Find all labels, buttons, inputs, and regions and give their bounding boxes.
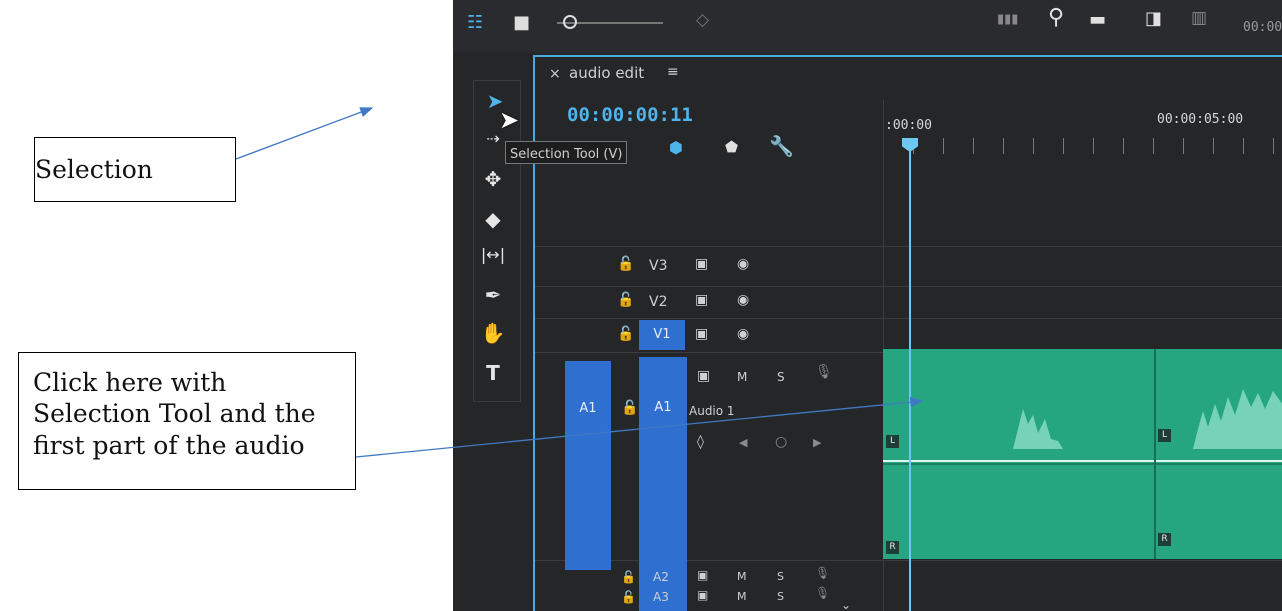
a1-mute-button[interactable]: M [737, 370, 747, 384]
clear-icon[interactable]: ▥ [1191, 8, 1207, 28]
top-toolbar: ☷ ■ ◇ ▮▮▮ ⚲ ▬ ◨ ▥ 00:00 [453, 0, 1282, 52]
a1-lock-icon[interactable]: 🔓 [621, 400, 638, 416]
selection-arrow [235, 107, 374, 160]
a3-solo-button[interactable]: S [777, 590, 784, 603]
a1-add-keyframe-icon[interactable]: ○ [775, 434, 787, 450]
v1-track-target[interactable]: V1 [639, 320, 685, 350]
a3-track-label[interactable]: A3 [653, 590, 669, 604]
icon-view-icon[interactable]: ■ [513, 12, 530, 33]
a1-track-name: Audio 1 [689, 404, 735, 418]
a1-prev-keyframe-icon[interactable]: ◀ [739, 436, 747, 449]
slip-tool-icon[interactable]: |↔| [478, 245, 508, 264]
click-note-text: Click here with Selection Tool and the f… [33, 368, 316, 460]
close-sequence-button[interactable]: × [549, 66, 561, 82]
a2-sync-icon[interactable]: ▣ [697, 568, 708, 582]
selection-callout: Selection [34, 137, 236, 202]
razor-tool-icon[interactable]: ◆ [478, 207, 508, 231]
v2-sync-icon[interactable]: ▣ [695, 292, 708, 308]
a2-solo-button[interactable]: S [777, 570, 784, 583]
v1-sync-icon[interactable]: ▣ [695, 326, 708, 342]
a3-lock-icon[interactable]: 🔓 [621, 590, 636, 604]
mouse-cursor-icon: ➤ [499, 106, 520, 134]
pen-tool-icon[interactable]: ✒ [478, 283, 508, 307]
sequence-menu-icon[interactable]: ≡ [667, 64, 679, 80]
a2-track-label[interactable]: A2 [653, 570, 669, 584]
sequence-tab[interactable]: audio edit [569, 64, 644, 82]
playhead-timecode[interactable]: 00:00:00:11 [567, 104, 693, 126]
left-channel-tag: L [886, 435, 899, 448]
v3-lock-icon[interactable]: 🔓 [617, 256, 634, 272]
add-marker-icon[interactable]: ⬟ [725, 138, 738, 156]
hand-tool-icon[interactable]: ✋ [478, 321, 508, 345]
search-icon[interactable]: ⚲ [1048, 5, 1064, 30]
premiere-screen: ☷ ■ ◇ ▮▮▮ ⚲ ▬ ◨ ▥ 00:00 ➤ ⇢ ✥ ◆ |↔| ✒ ✋ … [453, 0, 1282, 611]
timeline-settings-icon[interactable]: 🔧 [769, 134, 794, 158]
a2-lock-icon[interactable]: 🔓 [621, 570, 636, 584]
a1-keyframe-icon[interactable]: ◊ [697, 434, 704, 450]
linked-selection-icon[interactable]: ⬢ [669, 138, 683, 157]
freeform-view-icon[interactable]: ◇ [696, 10, 709, 30]
a2-mute-button[interactable]: M [737, 570, 747, 583]
right-channel-tag-2: R [1158, 533, 1171, 546]
new-item-icon[interactable]: ◨ [1145, 8, 1162, 29]
v2-eye-icon[interactable]: ◉ [737, 292, 749, 308]
a1-source-patch[interactable]: A1 [565, 361, 611, 570]
automate-icon[interactable]: ▮▮▮ [997, 12, 1018, 27]
list-view-icon[interactable]: ☷ [467, 12, 483, 33]
v1-eye-icon[interactable]: ◉ [737, 326, 749, 342]
zoom-slider-knob[interactable] [563, 15, 577, 29]
v3-track-label[interactable]: V3 [649, 258, 667, 274]
time-ruler[interactable] [883, 138, 1282, 154]
new-bin-icon[interactable]: ▬ [1089, 9, 1106, 30]
type-tool-icon[interactable]: T [478, 361, 508, 385]
a3-mute-button[interactable]: M [737, 590, 747, 603]
selection-callout-text: Selection [35, 155, 153, 184]
a1-next-keyframe-icon[interactable]: ▶ [813, 436, 821, 449]
audio-waveform [883, 349, 1282, 559]
scroll-down-icon[interactable]: ⌄ [841, 598, 851, 611]
ripple-edit-tool-icon[interactable]: ✥ [478, 167, 508, 191]
v2-lock-icon[interactable]: 🔓 [617, 292, 634, 308]
a2-voiceover-icon[interactable]: 🎙 [815, 566, 830, 580]
a3-voiceover-icon[interactable]: 🎙 [815, 586, 830, 600]
a1-sync-icon[interactable]: ▣ [697, 368, 710, 384]
playhead-line[interactable] [909, 150, 911, 611]
right-channel-tag: R [886, 541, 899, 554]
a1-voiceover-icon[interactable]: 🎙 [815, 364, 833, 380]
a1-solo-button[interactable]: S [777, 370, 785, 384]
top-timecode: 00:00 [1243, 20, 1282, 35]
v2-track-label[interactable]: V2 [649, 294, 667, 310]
a3-sync-icon[interactable]: ▣ [697, 588, 708, 602]
selection-tool-tooltip: Selection Tool (V) [505, 141, 628, 164]
audio-clip[interactable]: L L R R [883, 349, 1282, 559]
left-channel-tag-2: L [1158, 429, 1171, 442]
ruler-mark-label: 00:00:05:00 [1157, 112, 1244, 127]
v1-lock-icon[interactable]: 🔓 [617, 326, 634, 342]
ruler-start-label: :00:00 [885, 118, 932, 133]
click-note-callout: Click here with Selection Tool and the f… [18, 352, 356, 490]
v3-eye-icon[interactable]: ◉ [737, 256, 749, 272]
v3-sync-icon[interactable]: ▣ [695, 256, 708, 272]
